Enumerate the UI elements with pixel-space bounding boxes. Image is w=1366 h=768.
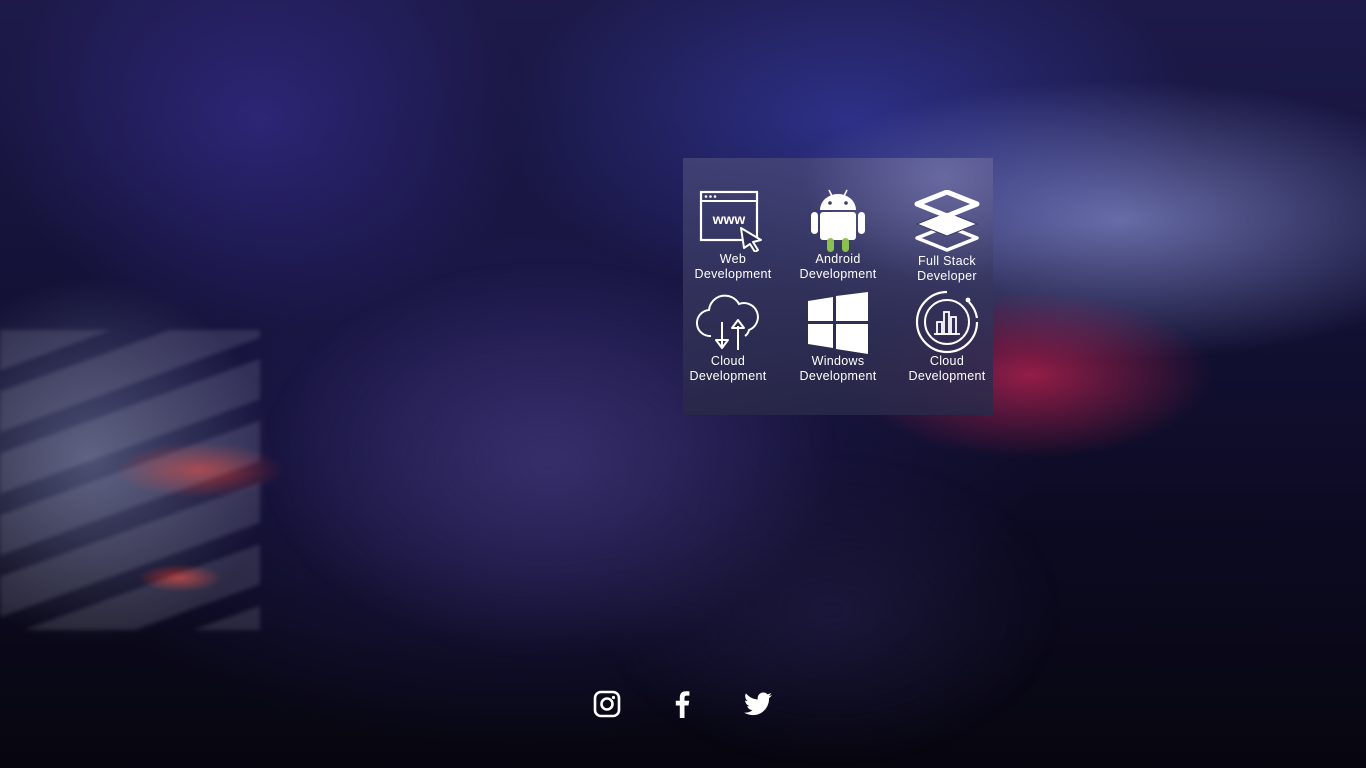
android-icon: [811, 189, 865, 252]
cloud-transfer-icon: [696, 294, 759, 350]
service-label: Windows Development: [799, 354, 877, 383]
web-browser-cursor-icon: www: [699, 190, 762, 252]
twitter-link[interactable]: [743, 688, 773, 720]
service-full-stack-developer: Full Stack Developer: [897, 190, 997, 284]
facebook-link[interactable]: [667, 688, 697, 720]
services-card: www Web Development Android Development: [683, 158, 993, 415]
service-label: Web Development: [694, 252, 772, 281]
service-label: Cloud Development: [908, 354, 986, 383]
svg-text:www: www: [712, 211, 746, 227]
service-cloud-development-analytics: Cloud Development: [897, 290, 997, 384]
facebook-icon: [675, 691, 690, 718]
service-label: Cloud Development: [689, 354, 767, 383]
layers-stack-icon: [914, 190, 980, 252]
instagram-icon: [593, 690, 621, 718]
service-label: Full Stack Developer: [917, 254, 977, 283]
service-android-development: Android Development: [788, 188, 888, 282]
windows-logo-icon: [808, 292, 868, 354]
analytics-chart-circle-icon: [915, 290, 979, 354]
instagram-link[interactable]: [592, 688, 622, 720]
service-web-development: www Web Development: [683, 190, 783, 282]
service-windows-development: Windows Development: [788, 292, 888, 384]
service-cloud-development: Cloud Development: [678, 290, 778, 384]
twitter-icon: [744, 692, 772, 716]
service-label: Android Development: [799, 252, 877, 281]
